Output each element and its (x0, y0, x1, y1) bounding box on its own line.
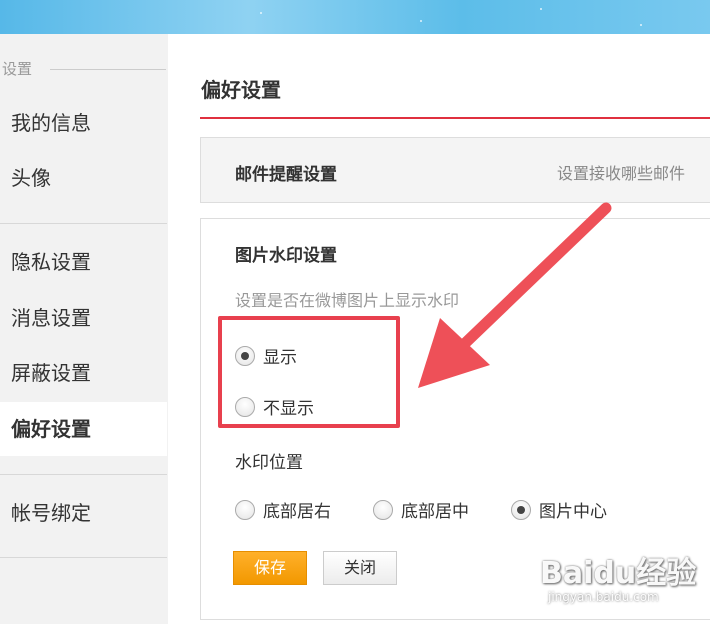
settings-sidebar: 设置 我的信息 头像 隐私设置 消息设置 屏蔽设置 偏好设置 帐号绑定 (0, 34, 167, 624)
watermark-panel-description: 设置是否在微博图片上显示水印 (235, 291, 460, 310)
sidebar-item-block[interactable]: 屏蔽设置 (0, 346, 167, 400)
watermark-panel: 图片水印设置 设置是否在微博图片上显示水印 显示 不显示 水印位置 底部居右 底… (200, 218, 710, 620)
banner-sparkle (260, 12, 262, 14)
radio-label: 图片中心 (539, 502, 607, 522)
watermark-panel-title: 图片水印设置 (235, 246, 337, 266)
banner-sparkle (540, 8, 542, 10)
radio-checked-icon[interactable] (235, 345, 255, 366)
sidebar-item-avatar[interactable]: 头像 (0, 151, 167, 205)
top-banner (0, 0, 710, 34)
sidebar-section-divider (50, 69, 166, 70)
sidebar-item-messages[interactable]: 消息设置 (0, 291, 167, 345)
radio-position-bottom-center[interactable]: 底部居中 (373, 497, 469, 522)
sidebar-item-preferences[interactable]: 偏好设置 (0, 402, 167, 456)
mail-panel-title: 邮件提醒设置 (235, 165, 337, 185)
banner-sparkle (640, 24, 642, 26)
sidebar-item-privacy[interactable]: 隐私设置 (0, 235, 167, 289)
watermark-position-label: 水印位置 (235, 453, 303, 473)
radio-position-image-center[interactable]: 图片中心 (511, 497, 607, 522)
sidebar-divider (0, 557, 167, 558)
sidebar-divider (0, 223, 167, 224)
sidebar-item-account-binding[interactable]: 帐号绑定 (0, 486, 167, 540)
radio-show-watermark[interactable]: 显示 (235, 343, 297, 368)
mail-reminder-panel[interactable]: 邮件提醒设置 设置接收哪些邮件 (200, 137, 710, 203)
radio-unchecked-icon[interactable] (235, 499, 255, 520)
sidebar-item-my-info[interactable]: 我的信息 (0, 96, 167, 150)
sidebar-divider (0, 474, 167, 475)
radio-hide-watermark[interactable]: 不显示 (235, 394, 314, 419)
radio-unchecked-icon[interactable] (235, 396, 255, 417)
banner-sparkle (420, 20, 422, 22)
title-underline (200, 117, 710, 119)
radio-label: 底部居右 (263, 502, 331, 522)
page-title: 偏好设置 (201, 78, 281, 102)
mail-panel-description: 设置接收哪些邮件 (557, 164, 686, 183)
radio-label: 底部居中 (401, 502, 469, 522)
radio-label: 显示 (263, 348, 297, 368)
save-button[interactable]: 保存 (233, 551, 307, 585)
radio-unchecked-icon[interactable] (373, 499, 393, 520)
main-content: 偏好设置 邮件提醒设置 设置接收哪些邮件 图片水印设置 设置是否在微博图片上显示… (168, 34, 710, 624)
radio-checked-icon[interactable] (511, 499, 531, 520)
close-button[interactable]: 关闭 (323, 551, 397, 585)
sidebar-section-label: 设置 (2, 60, 33, 78)
radio-position-bottom-right[interactable]: 底部居右 (235, 497, 331, 522)
radio-label: 不显示 (263, 399, 314, 419)
